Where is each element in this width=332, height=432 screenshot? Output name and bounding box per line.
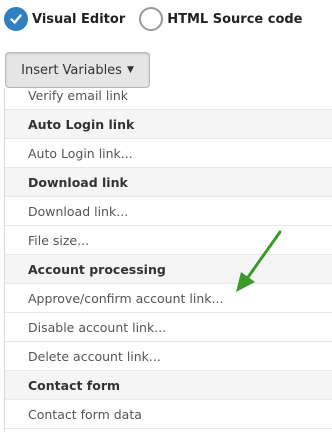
menu-item-download-link[interactable]: Download link... xyxy=(5,197,332,226)
menu-item-contact-form-data[interactable]: Contact form data xyxy=(5,400,332,429)
visual-editor-radio[interactable]: Visual Editor xyxy=(4,7,125,31)
menu-header-auto-login-link: Auto Login link xyxy=(5,110,332,139)
caret-down-icon: ▼ xyxy=(126,65,134,75)
menu-item-verify-email-link[interactable]: Verify email link xyxy=(5,88,332,110)
insert-variables-button[interactable]: Insert Variables ▼ xyxy=(5,52,150,88)
check-icon xyxy=(4,7,28,31)
menu-item-delete-account-link[interactable]: Delete account link... xyxy=(5,342,332,371)
menu-item-auto-login-link[interactable]: Auto Login link... xyxy=(5,139,332,168)
menu-item-disable-account-link[interactable]: Disable account link... xyxy=(5,313,332,342)
html-source-label: HTML Source code xyxy=(167,11,303,27)
radio-empty-icon xyxy=(139,7,164,31)
menu-header-download-link: Download link xyxy=(5,168,332,197)
insert-variables-label: Insert Variables xyxy=(21,62,122,78)
editor-mode-toggle: Visual Editor HTML Source code xyxy=(4,4,317,34)
visual-editor-label: Visual Editor xyxy=(32,11,126,27)
green-arrow-icon xyxy=(236,230,282,292)
menu-header-contact-form: Contact form xyxy=(5,371,332,400)
html-source-radio[interactable]: HTML Source code xyxy=(139,7,303,31)
